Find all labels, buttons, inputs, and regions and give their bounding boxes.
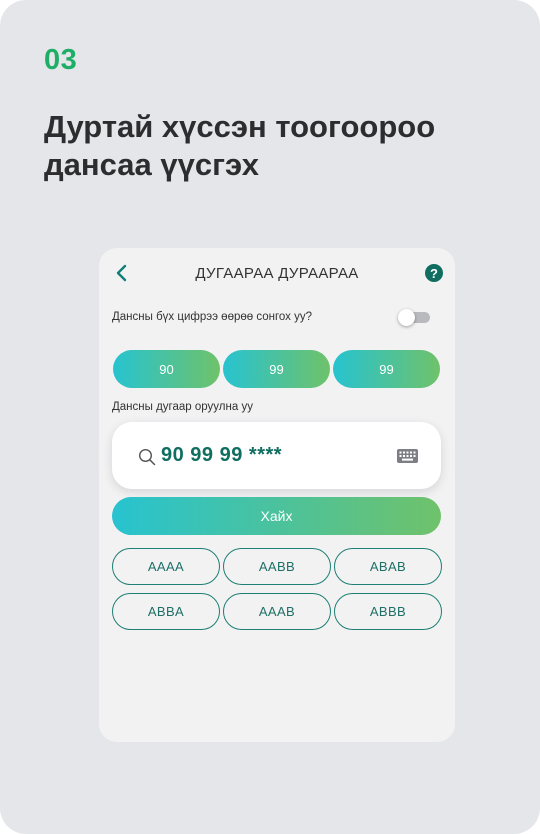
account-number-label: Дансны дугаар оруулна уу [112,401,253,413]
question-icon[interactable]: ? [425,264,443,282]
search-icon [138,448,156,466]
prefix-chip-3[interactable]: 99 [333,350,440,388]
headline: Дуртай хүссэн тоогоороо дансаа үүсгэх [44,108,484,184]
custom-digits-toggle[interactable] [398,309,430,326]
pattern-button-aaaa[interactable]: AAAA [112,548,220,585]
toggle-knob [398,309,415,326]
custom-digits-row: Дансны бүх цифрээ өөрөө сонгох уу? [112,309,442,329]
custom-digits-label: Дансны бүх цифрээ өөрөө сонгох уу? [112,311,313,323]
step-number: 03 [44,44,78,76]
account-number-value[interactable]: 90 99 99 **** [161,444,282,467]
screen-title: ДУГААРАА ДУРААРАА [195,265,359,282]
pattern-button-aaab[interactable]: AAAB [223,593,331,630]
prefix-chips: 90 99 99 [113,350,440,388]
headline-line-2: дансаа үүсгэх [44,147,259,182]
prefix-chip-1[interactable]: 90 [113,350,220,388]
pattern-button-abba[interactable]: ABBA [112,593,220,630]
account-number-field[interactable]: 90 99 99 **** [112,422,441,489]
pattern-button-abbb[interactable]: ABBB [334,593,442,630]
prefix-chip-2[interactable]: 99 [223,350,330,388]
app-screen: ДУГААРАА ДУРААРАА ? Дансны бүх цифрээ өө… [99,248,455,742]
pattern-grid: AAAA AABB ABAB ABBA AAAB ABBB [112,548,442,630]
top-bar: ДУГААРАА ДУРААРАА ? [99,260,455,286]
pattern-button-aabb[interactable]: AABB [223,548,331,585]
keyboard-icon[interactable] [397,449,418,463]
pattern-button-abab[interactable]: ABAB [334,548,442,585]
search-button[interactable]: Хайх [112,497,441,535]
slide-card: 03 Дуртай хүссэн тоогоороо дансаа үүсгэх… [0,0,540,834]
headline-line-1: Дуртай хүссэн тоогоороо [44,109,436,144]
